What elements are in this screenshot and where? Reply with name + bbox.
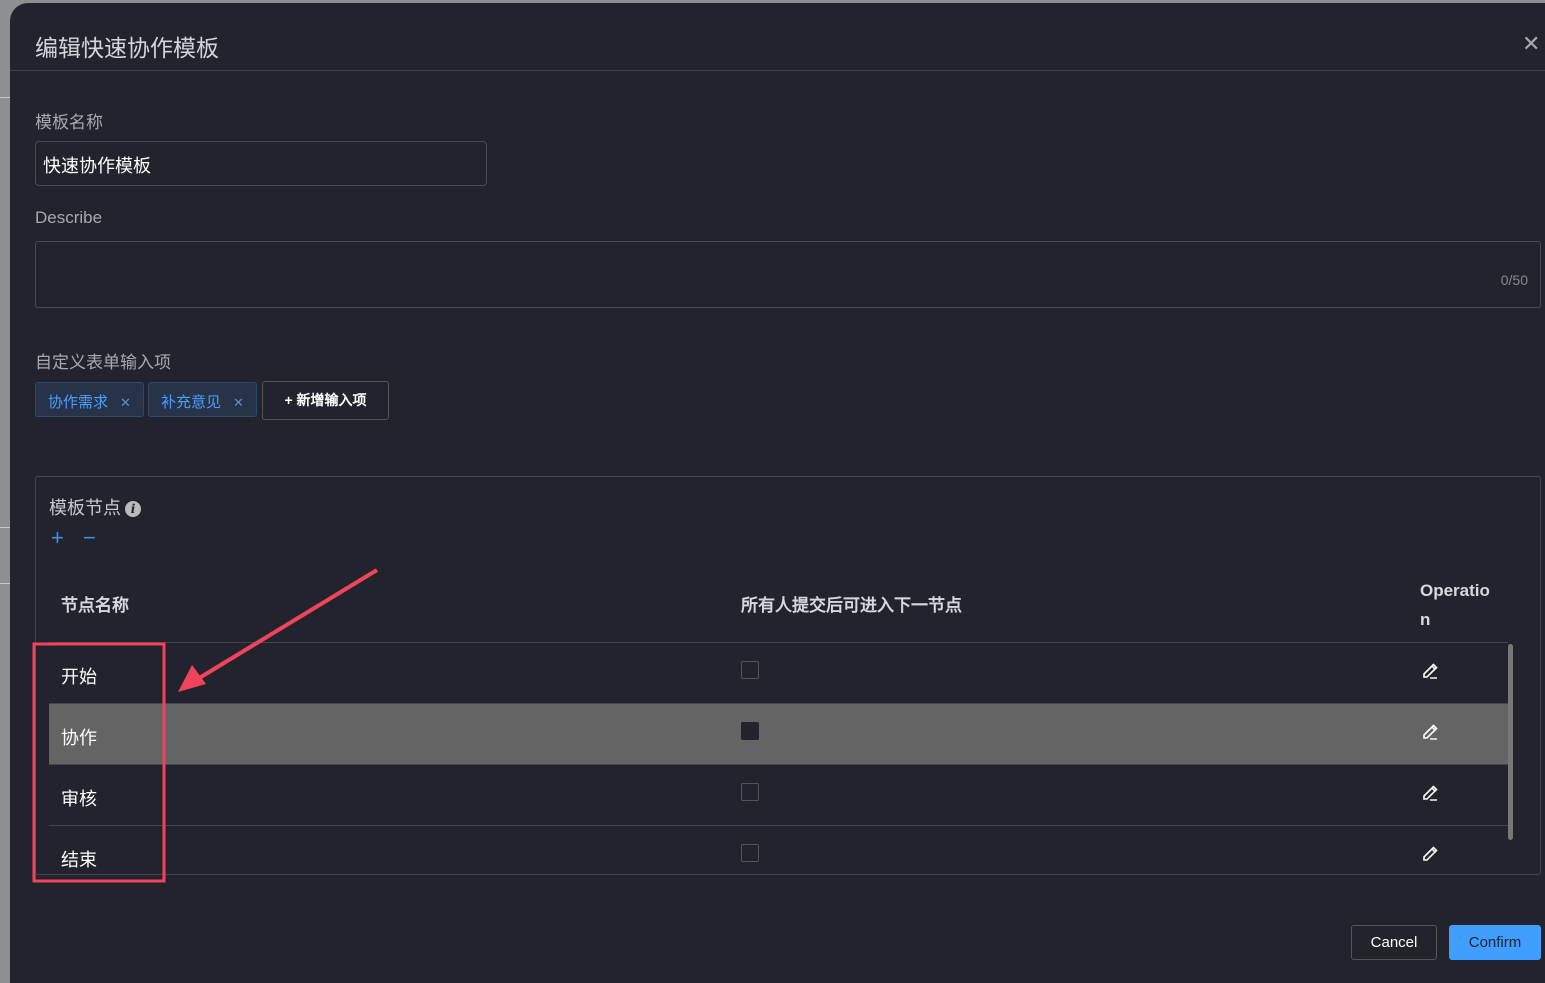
annotation-overlay bbox=[32, 568, 379, 883]
annotation-arrow bbox=[194, 568, 379, 682]
annotation-arrowhead bbox=[178, 665, 206, 692]
annotation-box bbox=[32, 642, 166, 883]
